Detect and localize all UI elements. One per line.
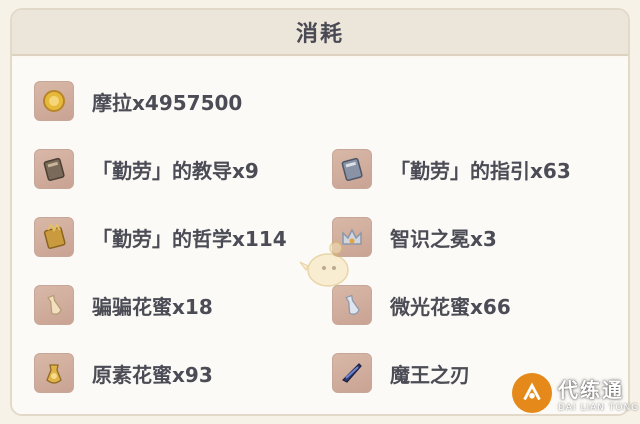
- item-label: 「勤劳」的指引x63: [390, 158, 571, 183]
- list-item-shimmering-nectar: 微光花蜜x66: [332, 282, 511, 328]
- tyrant-blade-icon: [332, 353, 372, 393]
- mascot-watermark-icon: [299, 241, 349, 287]
- item-label: 「勤劳」的哲学x114: [92, 226, 287, 251]
- teaching-book-icon: [34, 149, 74, 189]
- nectar-icon: [34, 285, 74, 325]
- materials-list: 摩拉x4957500 「勤劳」的教导x9 「勤劳」的指引x63 「勤劳」的哲学x…: [12, 58, 628, 414]
- list-item-whopperflower-nectar: 骗骗花蜜x18: [34, 282, 213, 328]
- philosophy-book-icon: [34, 217, 74, 257]
- item-label: 骗骗花蜜x18: [92, 294, 213, 319]
- item-label: 「勤劳」的教导x9: [92, 158, 259, 183]
- list-item-energy-nectar: 原素花蜜x93: [34, 350, 213, 396]
- guide-book-icon: [332, 149, 372, 189]
- panel-header: 消耗: [12, 10, 628, 56]
- watermark-subtext: DAI LIAN TONG: [558, 402, 640, 413]
- panel-title: 消耗: [295, 22, 344, 47]
- mora-coin-icon: [34, 81, 74, 121]
- item-label: 摩拉x4957500: [92, 90, 243, 115]
- list-item-teaching: 「勤劳」的教导x9: [34, 146, 259, 192]
- energy-nectar-icon: [34, 353, 74, 393]
- watermark-text: 代练通: [558, 377, 624, 402]
- list-item-philosophy: 「勤劳」的哲学x114: [34, 214, 287, 260]
- consumption-panel: 消耗 摩拉x4957500 「勤劳」的教导x9 「勤劳」的指引x63 「勤劳」的…: [10, 8, 630, 416]
- list-item-guide: 「勤劳」的指引x63: [332, 146, 571, 192]
- list-item-mora: 摩拉x4957500: [34, 78, 242, 124]
- item-label: 原素花蜜x93: [92, 362, 213, 387]
- watermark-emblem-icon: [512, 373, 552, 413]
- item-label: 微光花蜜x66: [390, 294, 511, 319]
- item-label: 智识之冕x3: [390, 226, 497, 251]
- item-label: 魔王之刃: [390, 362, 470, 387]
- watermark-logo: 代练通 DAI LIAN TONG: [500, 362, 640, 424]
- list-item-tyrant-blade: 魔王之刃: [332, 350, 470, 396]
